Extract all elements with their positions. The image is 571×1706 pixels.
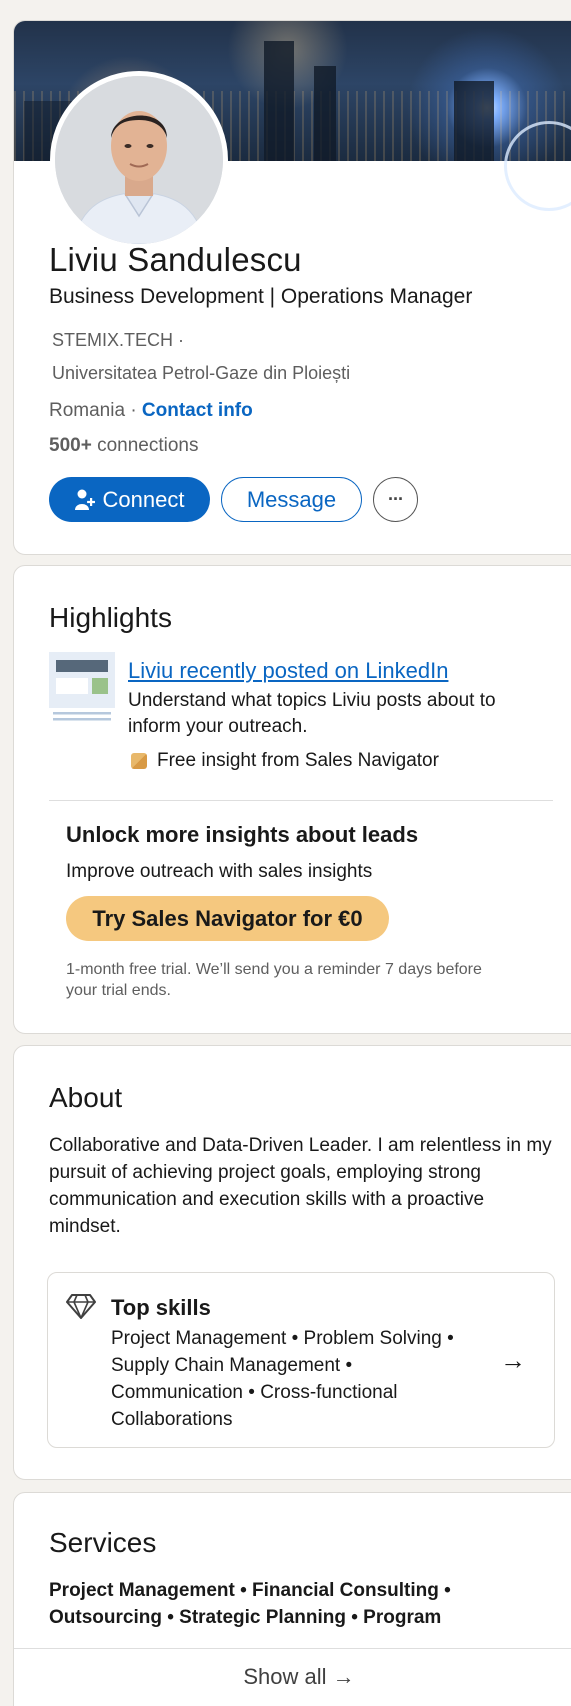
show-all-services-button[interactable]: Show all → bbox=[14, 1649, 571, 1704]
profile-name: Liviu Sandulescu bbox=[49, 241, 302, 278]
free-insight-label: Free insight from Sales Navigator bbox=[128, 750, 439, 772]
about-title: About bbox=[49, 1082, 123, 1113]
location-text: Romania · bbox=[49, 400, 142, 421]
top-skills-list: Project Management • Problem Solving • S… bbox=[111, 1328, 454, 1430]
sales-navigator-icon bbox=[131, 753, 147, 769]
profile-card: Liviu Sandulescu Business Development | … bbox=[13, 20, 571, 555]
contact-info-link[interactable]: Contact info bbox=[142, 400, 253, 421]
top-skills-box[interactable]: Top skills Project Management • Problem … bbox=[47, 1272, 555, 1448]
connections-label: connections bbox=[91, 435, 199, 456]
divider bbox=[49, 800, 553, 801]
connect-button[interactable]: Connect bbox=[49, 477, 210, 522]
location-line: Romania · Contact info bbox=[49, 400, 253, 422]
services-title: Services bbox=[49, 1527, 157, 1558]
current-company[interactable]: STEMIX.TECH · bbox=[52, 330, 184, 351]
highlights-title: Highlights bbox=[49, 602, 172, 633]
message-button[interactable]: Message bbox=[221, 477, 362, 522]
education-school[interactable]: Universitatea Petrol-Gaze din Ploiești bbox=[52, 363, 350, 384]
more-actions-button[interactable]: ··· bbox=[373, 477, 418, 522]
unlock-insights-title: Unlock more insights about leads bbox=[66, 822, 419, 847]
recent-post-link[interactable]: Liviu recently posted on LinkedIn bbox=[128, 658, 448, 684]
services-card: Services Project Management • Financial … bbox=[13, 1492, 571, 1706]
try-sales-navigator-button[interactable]: Try Sales Navigator for €0 bbox=[66, 896, 389, 941]
avatar[interactable] bbox=[50, 71, 228, 249]
connections-count[interactable]: 500+ connections bbox=[49, 435, 198, 457]
person-add-icon bbox=[74, 489, 95, 510]
ellipsis-icon: ··· bbox=[388, 489, 404, 509]
connect-button-label: Connect bbox=[102, 486, 185, 512]
profile-headline: Business Development | Operations Manage… bbox=[49, 285, 473, 308]
about-text: Collaborative and Data-Driven Leader. I … bbox=[49, 1135, 552, 1237]
unlock-insights-subtitle: Improve outreach with sales insights bbox=[66, 861, 373, 882]
diamond-icon bbox=[66, 1294, 96, 1319]
post-description: Understand what topics Liviu posts about… bbox=[128, 690, 496, 737]
free-insight-text: Free insight from Sales Navigator bbox=[157, 750, 439, 771]
post-thumbnail-icon bbox=[49, 652, 115, 721]
about-card: About Collaborative and Data-Driven Lead… bbox=[13, 1045, 571, 1480]
services-list: Project Management • Financial Consultin… bbox=[49, 1580, 451, 1628]
connections-number: 500+ bbox=[49, 435, 92, 456]
avatar-photo bbox=[55, 76, 223, 244]
top-skills-title: Top skills bbox=[111, 1295, 211, 1320]
arrow-right-icon[interactable]: → bbox=[500, 1345, 526, 1376]
highlights-card: Highlights Liviu recently posted on Link… bbox=[13, 565, 571, 1034]
trial-note: 1-month free trial. We’ll send you a rem… bbox=[66, 961, 482, 999]
